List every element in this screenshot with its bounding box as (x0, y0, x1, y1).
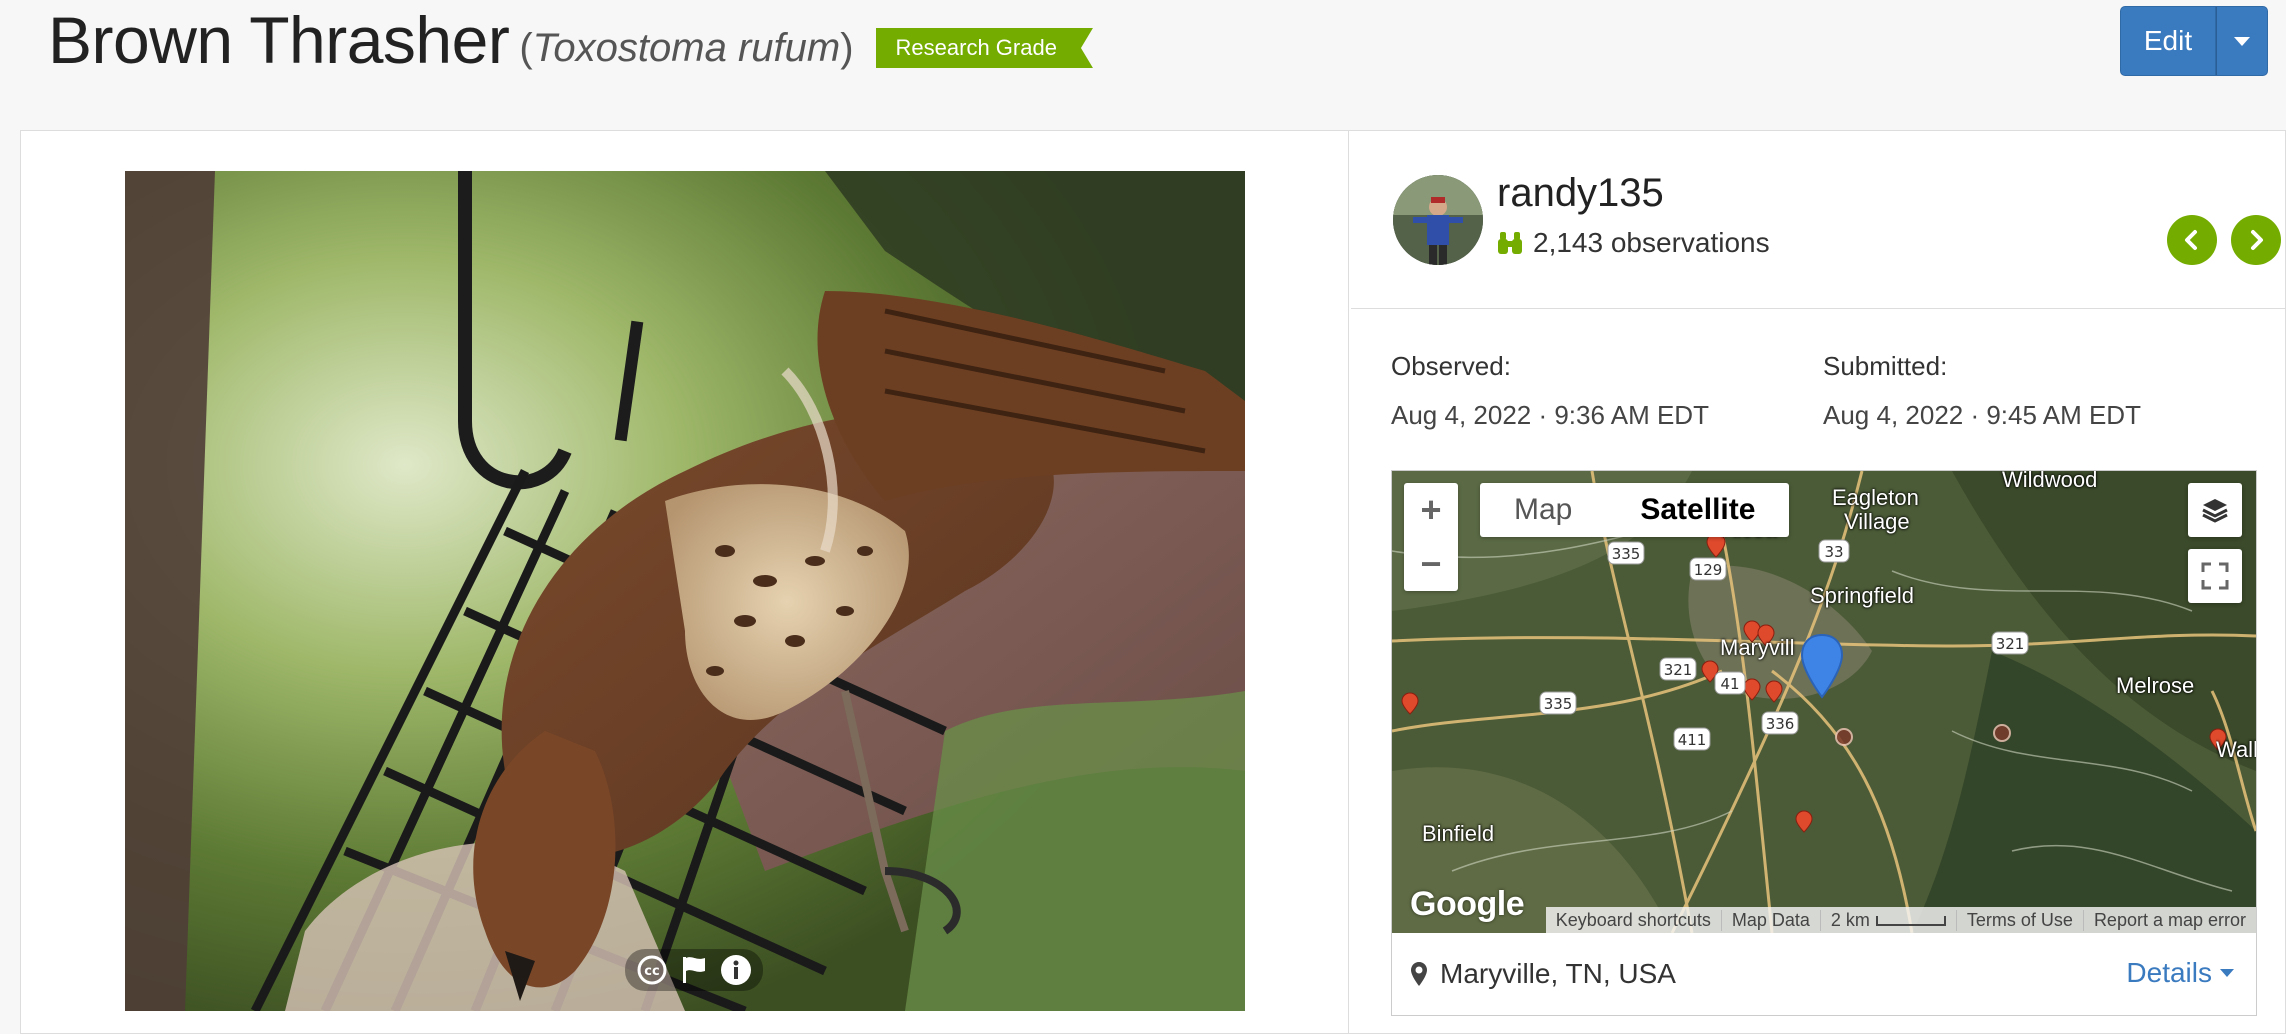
photo-column: cc (21, 131, 1349, 1034)
map-place-eagleton: Eagleton (1832, 485, 1919, 510)
svg-text:cc: cc (644, 964, 659, 979)
map-layers-button[interactable] (2188, 483, 2242, 537)
username[interactable]: randy135 (1497, 171, 1664, 216)
map-footer: Keyboard shortcuts Map Data 2 km Terms o… (1545, 907, 2256, 933)
location-details-toggle[interactable]: Details (2126, 957, 2234, 989)
paren-open: ( (519, 25, 533, 70)
map-place-melrose: Melrose (2116, 673, 2195, 698)
map-canvas[interactable]: 335 129 33 321 41 336 411 335 321 Wildwo… (1392, 471, 2256, 933)
submitted-date: Submitted: Aug 4, 2022 · 9:45 AM EDT (1823, 351, 2141, 431)
map-place-binfield: Binfield (1422, 821, 1495, 846)
map-fullscreen-button[interactable] (2188, 549, 2242, 603)
edit-dropdown-toggle[interactable] (2216, 6, 2268, 76)
common-name: Brown Thrasher (48, 3, 510, 77)
next-observation-button[interactable] (2231, 215, 2281, 265)
map-type-map[interactable]: Map (1480, 483, 1606, 537)
svg-text:41: 41 (1720, 675, 1739, 693)
map-place-springfield: Springfield (1810, 583, 1914, 608)
observed-date: Observed: Aug 4, 2022 · 9:36 AM EDT (1391, 351, 1709, 431)
chevron-down-icon (2234, 36, 2250, 46)
submitted-label: Submitted: (1823, 351, 1948, 381)
avatar[interactable] (1393, 175, 1483, 265)
map-data-link[interactable]: Map Data (1720, 909, 1820, 931)
svg-text:335: 335 (1544, 695, 1573, 713)
map-place-walland: Walland (2216, 737, 2256, 762)
map-scale[interactable]: 2 km (1819, 909, 1956, 931)
svg-text:33: 33 (1824, 543, 1843, 561)
chevron-down-icon (2220, 969, 2234, 977)
observed-label: Observed: (1391, 351, 1511, 381)
map-pin-icon (1411, 962, 1427, 986)
map-place-maryville: Maryvill (1720, 635, 1795, 660)
previous-observation-button[interactable] (2167, 215, 2217, 265)
map-place-village: Village (1844, 509, 1910, 534)
observed-value: Aug 4, 2022 · 9:36 AM EDT (1391, 400, 1709, 430)
location-map-box: 335 129 33 321 41 336 411 335 321 Wildwo… (1391, 470, 2257, 1016)
location-row: Maryville, TN, USA Details (1392, 933, 2256, 1015)
observation-title-row: Brown Thrasher (Toxostoma rufum) Researc… (48, 0, 1093, 90)
chevron-left-icon (2185, 230, 2197, 250)
edit-button-group: Edit (2120, 6, 2268, 76)
map-type-satellite[interactable]: Satellite (1606, 483, 1789, 537)
location-text: Maryville, TN, USA (1440, 958, 1676, 989)
observation-photo[interactable]: cc (125, 171, 1245, 1011)
cc-icon[interactable]: cc (635, 953, 669, 987)
satellite-map-imagery: 335 129 33 321 41 336 411 335 321 (1392, 471, 2256, 933)
flag-icon[interactable] (677, 953, 711, 987)
details-label: Details (2126, 957, 2212, 988)
zoom-control: + − (1404, 483, 1458, 591)
observation-count-text: 2,143 observations (1533, 227, 1770, 258)
map-scale-text: 2 km (1830, 909, 1870, 930)
svg-text:321: 321 (1664, 661, 1693, 679)
layers-icon (2202, 499, 2228, 523)
report-map-error-link[interactable]: Report a map error (2082, 909, 2256, 931)
observation-count[interactable]: 2,143 observations (1497, 227, 1770, 259)
info-icon[interactable] (719, 953, 753, 987)
svg-text:321: 321 (1996, 635, 2025, 653)
keyboard-shortcuts-link[interactable]: Keyboard shortcuts (1546, 910, 1721, 931)
observer-block: randy135 2,143 observations (1351, 131, 2286, 309)
photo-toolbar: cc (625, 949, 763, 991)
map-place-wildwood: Wildwood (2002, 471, 2098, 492)
binoculars-icon (1498, 232, 1522, 254)
zoom-in-button[interactable]: + (1404, 483, 1458, 537)
observation-panel: cc randy135 2,143 observations Observed:… (20, 130, 2286, 1034)
edit-button[interactable]: Edit (2120, 6, 2216, 76)
chevron-right-icon (2251, 230, 2263, 250)
scientific-name-wrapper: (Toxostoma rufum) (519, 26, 853, 71)
bird-photo-illustration (125, 171, 1245, 1011)
details-column: randy135 2,143 observations Observed: Au… (1351, 131, 2286, 1034)
terms-of-use-link[interactable]: Terms of Use (1955, 909, 2083, 931)
svg-text:335: 335 (1612, 545, 1641, 563)
paren-close: ) (840, 25, 854, 70)
svg-text:336: 336 (1766, 715, 1795, 733)
svg-text:129: 129 (1694, 561, 1723, 579)
quality-grade-badge: Research Grade (876, 28, 1093, 68)
svg-text:411: 411 (1678, 731, 1707, 749)
google-logo[interactable]: Google (1410, 885, 1525, 924)
scientific-name[interactable]: Toxostoma rufum (533, 26, 841, 70)
scale-bar (1875, 915, 1946, 926)
submitted-value: Aug 4, 2022 · 9:45 AM EDT (1823, 400, 2141, 430)
fullscreen-icon (2201, 562, 2229, 590)
zoom-out-button[interactable]: − (1404, 537, 1458, 591)
map-type-toggle: Map Satellite (1480, 483, 1790, 537)
